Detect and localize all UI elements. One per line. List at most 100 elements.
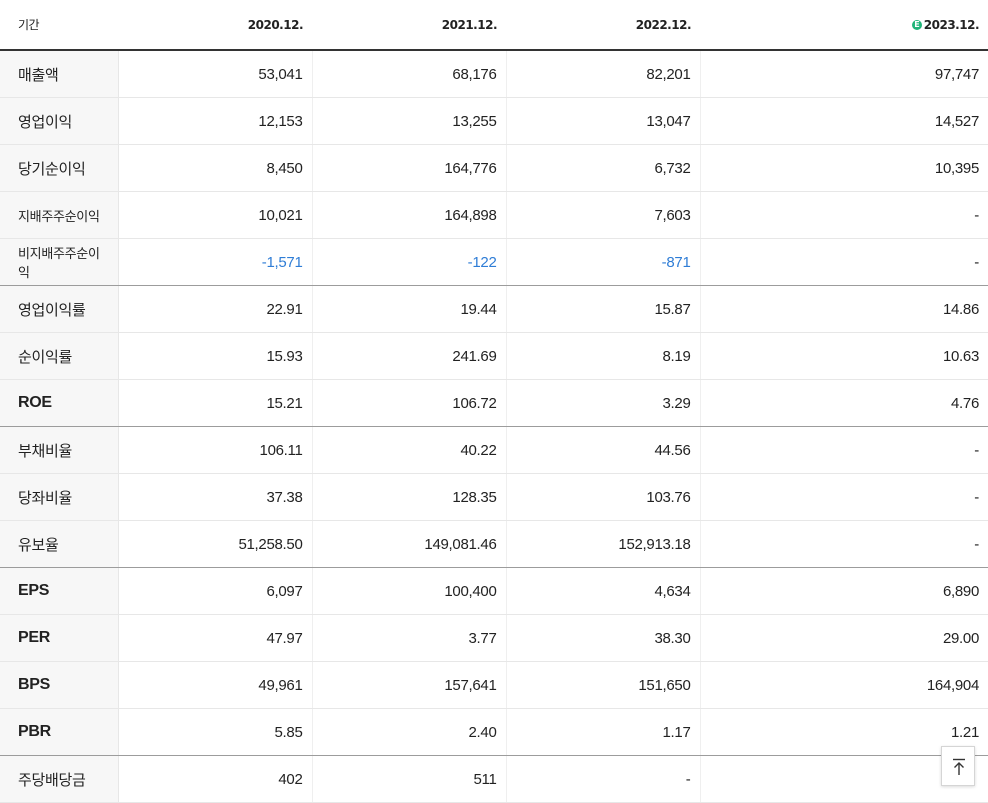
table-row: PER 47.97 3.77 38.30 29.00 <box>0 614 988 662</box>
cell-value: - <box>700 191 988 239</box>
row-label: 영업이익 <box>0 97 119 145</box>
table-row: 영업이익 12,153 13,255 13,047 14,527 <box>0 97 988 145</box>
period-label: 기간 <box>0 0 118 51</box>
cell-value: 13,047 <box>506 97 701 145</box>
row-label: 부채비율 <box>0 426 119 474</box>
cell-value: 3.29 <box>506 379 701 427</box>
cell-value: 152,913.18 <box>506 520 701 568</box>
cell-value: 15.21 <box>118 379 313 427</box>
row-label: 당좌비율 <box>0 473 119 521</box>
cell-value: 241.69 <box>312 332 507 380</box>
table-row: 부채비율 106.11 40.22 44.56 - <box>0 426 988 474</box>
cell-value: 3.77 <box>312 614 507 662</box>
cell-value: 10,021 <box>118 191 313 239</box>
table-row: 매출액 53,041 68,176 82,201 97,747 <box>0 50 988 98</box>
cell-value: 4.76 <box>700 379 988 427</box>
cell-value: 511 <box>312 755 507 803</box>
financial-table: 기간 2020.12. 2021.12. 2022.12. E 2023.12. … <box>0 0 988 803</box>
table-row: 지배주주순이익 10,021 164,898 7,603 - <box>0 191 988 239</box>
cell-value: 10.63 <box>700 332 988 380</box>
row-label: 매출액 <box>0 50 119 98</box>
arrow-up-to-line-icon <box>953 758 965 775</box>
row-label: ROE <box>0 379 119 427</box>
period-header-label: 2023.12. <box>923 17 980 32</box>
cell-value: 2.40 <box>312 708 507 756</box>
cell-value: 14,527 <box>700 97 988 145</box>
cell-value: 164,904 <box>700 661 988 709</box>
cell-value: 1.17 <box>506 708 701 756</box>
cell-value: 6,732 <box>506 144 701 192</box>
cell-value: 47.97 <box>118 614 313 662</box>
cell-value-negative: -122 <box>312 238 507 286</box>
table-row: 순이익률 15.93 241.69 8.19 10.63 <box>0 332 988 380</box>
row-label: 비지배주주순이익 <box>0 238 119 286</box>
cell-value: 149,081.46 <box>312 520 507 568</box>
cell-value: 12,153 <box>118 97 313 145</box>
scroll-to-top-button[interactable] <box>941 746 975 786</box>
row-label: EPS <box>0 567 119 615</box>
cell-value: 5.85 <box>118 708 313 756</box>
cell-value: 7,603 <box>506 191 701 239</box>
cell-value: 53,041 <box>118 50 313 98</box>
cell-value: 37.38 <box>118 473 313 521</box>
cell-value: 151,650 <box>506 661 701 709</box>
cell-value: 103.76 <box>506 473 701 521</box>
cell-value: 22.91 <box>118 285 313 333</box>
row-label: 당기순이익 <box>0 144 119 192</box>
cell-value: 164,898 <box>312 191 507 239</box>
cell-value: 82,201 <box>506 50 701 98</box>
table-row: 당기순이익 8,450 164,776 6,732 10,395 <box>0 144 988 192</box>
estimate-badge-icon: E <box>911 20 922 30</box>
cell-value: 4,634 <box>506 567 701 615</box>
period-header: 2020.12. <box>118 0 312 51</box>
row-label: 지배주주순이익 <box>0 191 119 239</box>
table-row: BPS 49,961 157,641 151,650 164,904 <box>0 661 988 709</box>
cell-value: 6,097 <box>118 567 313 615</box>
cell-value: 14.86 <box>700 285 988 333</box>
cell-value: 44.56 <box>506 426 701 474</box>
row-label: BPS <box>0 661 119 709</box>
cell-value: 106.72 <box>312 379 507 427</box>
cell-value: - <box>700 426 988 474</box>
row-label: PER <box>0 614 119 662</box>
table-row: 유보율 51,258.50 149,081.46 152,913.18 - <box>0 520 988 568</box>
cell-value: 164,776 <box>312 144 507 192</box>
cell-value: 128.35 <box>312 473 507 521</box>
table-row: 주당배당금 402 511 - <box>0 755 988 803</box>
row-label: 주당배당금 <box>0 755 119 803</box>
cell-value: 38.30 <box>506 614 701 662</box>
cell-value: - <box>700 238 988 286</box>
table-row: EPS 6,097 100,400 4,634 6,890 <box>0 567 988 615</box>
cell-value: 6,890 <box>700 567 988 615</box>
cell-value: - <box>506 755 701 803</box>
cell-value: 97,747 <box>700 50 988 98</box>
table-row: 영업이익률 22.91 19.44 15.87 14.86 <box>0 285 988 333</box>
cell-value-negative: -871 <box>506 238 701 286</box>
cell-value: 19.44 <box>312 285 507 333</box>
cell-value: - <box>700 520 988 568</box>
table-row: 비지배주주순이익 -1,571 -122 -871 - <box>0 238 988 286</box>
cell-value: 106.11 <box>118 426 313 474</box>
period-header: 2022.12. <box>506 0 700 51</box>
period-header-estimate: E 2023.12. <box>700 0 988 51</box>
cell-value: 68,176 <box>312 50 507 98</box>
row-label: PBR <box>0 708 119 756</box>
cell-value: - <box>700 473 988 521</box>
cell-value: 40.22 <box>312 426 507 474</box>
row-label: 유보율 <box>0 520 119 568</box>
table-row: ROE 15.21 106.72 3.29 4.76 <box>0 379 988 427</box>
header-row: 기간 2020.12. 2021.12. 2022.12. E 2023.12. <box>0 0 988 51</box>
period-header: 2021.12. <box>312 0 506 51</box>
table-row: 당좌비율 37.38 128.35 103.76 - <box>0 473 988 521</box>
row-label: 영업이익률 <box>0 285 119 333</box>
cell-value: 157,641 <box>312 661 507 709</box>
cell-value: 13,255 <box>312 97 507 145</box>
cell-value: 10,395 <box>700 144 988 192</box>
cell-value: 51,258.50 <box>118 520 313 568</box>
cell-value-negative: -1,571 <box>118 238 313 286</box>
cell-value: 8,450 <box>118 144 313 192</box>
cell-value: 402 <box>118 755 313 803</box>
cell-value: 100,400 <box>312 567 507 615</box>
cell-value: 15.93 <box>118 332 313 380</box>
cell-value: 29.00 <box>700 614 988 662</box>
